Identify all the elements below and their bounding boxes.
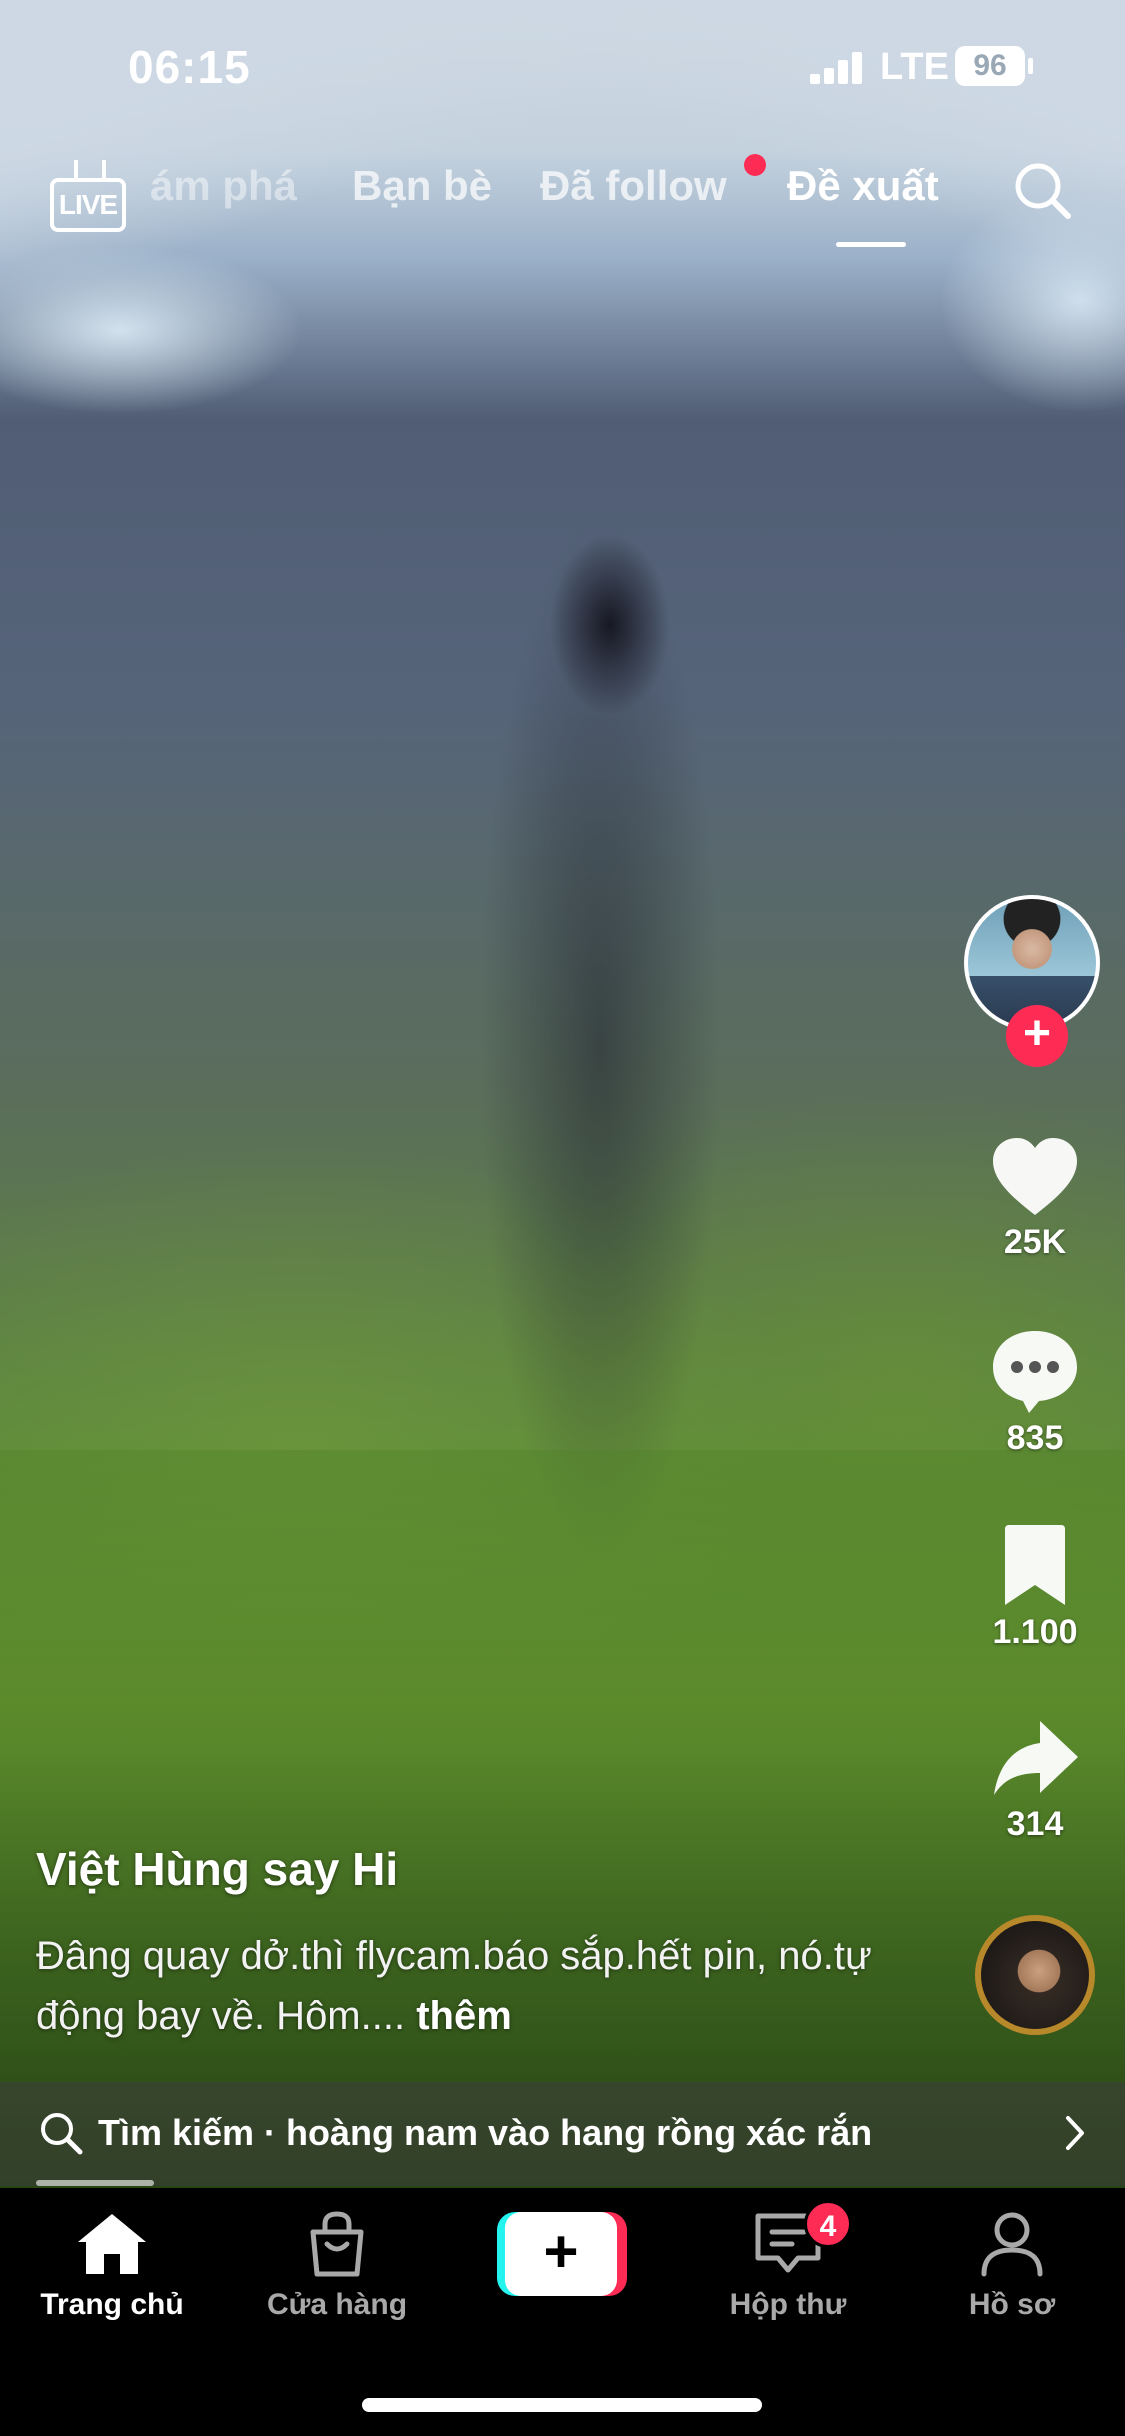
battery-level: 96	[973, 49, 1007, 82]
status-bar: 06:15 LTE 96	[0, 0, 1125, 130]
video-progress-bar[interactable]	[36, 2180, 154, 2186]
profile-icon	[981, 2212, 1043, 2277]
share-arrow-icon	[994, 1721, 1078, 1795]
search-suggestion-bar[interactable]: Tìm kiếm · hoàng nam vào hang rồng xác r…	[0, 2082, 1125, 2186]
music-disc-icon[interactable]	[975, 1915, 1095, 2035]
active-tab-indicator	[836, 242, 906, 247]
battery-tip	[1028, 58, 1033, 74]
share-button[interactable]: 314	[960, 1717, 1110, 1844]
shopping-bag-icon	[310, 2211, 364, 2277]
tab-for-you[interactable]: Đề xuất	[787, 162, 939, 210]
comment-icon	[993, 1331, 1077, 1413]
save-count: 1.100	[992, 1613, 1078, 1651]
search-suggestion-text: Tìm kiếm · hoàng nam vào hang rồng xác r…	[98, 2112, 873, 2153]
following-notification-dot	[744, 154, 766, 176]
signal-icon	[810, 52, 866, 84]
comment-count: 835	[1006, 1419, 1064, 1457]
video-caption: Việt Hùng say Hi Đâng quay dở.thì flycam…	[36, 1842, 916, 2046]
share-count: 314	[1006, 1805, 1064, 1843]
more-link[interactable]: thêm	[416, 1994, 512, 2038]
tab-home[interactable]: Trang chủ	[12, 2210, 212, 2322]
search-icon[interactable]	[1010, 158, 1074, 222]
search-icon	[41, 2113, 83, 2155]
tab-following[interactable]: Đã follow	[540, 162, 727, 210]
tab-home-label: Trang chủ	[40, 2288, 184, 2321]
live-label: LIVE	[58, 189, 118, 220]
battery-icon: 96	[955, 46, 1025, 86]
creator-username[interactable]: Việt Hùng say Hi	[36, 1842, 916, 1896]
tab-explore[interactable]: ám phá	[150, 162, 297, 210]
tab-shop-label: Cửa hàng	[266, 2288, 408, 2321]
top-nav: LIVE ám phá Bạn bè Đã follow Đề xuất	[0, 140, 1125, 250]
inbox-icon-wrap: 4	[752, 2200, 852, 2278]
bookmark-icon	[1005, 1525, 1065, 1605]
home-icon	[78, 2214, 146, 2274]
status-time: 06:15	[128, 41, 251, 93]
like-count: 25K	[1003, 1223, 1067, 1261]
chevron-right-icon	[1066, 2116, 1084, 2150]
tab-inbox-label: Hộp thư	[729, 2288, 847, 2321]
comment-button[interactable]: 835	[960, 1327, 1110, 1458]
create-button[interactable]: +	[497, 2212, 627, 2296]
like-button[interactable]: 25K	[960, 1135, 1110, 1262]
tab-shop[interactable]: Cửa hàng	[237, 2210, 437, 2322]
tab-inbox[interactable]: 4 Hộp thư	[688, 2200, 888, 2322]
live-icon[interactable]: LIVE	[50, 178, 126, 232]
creator-avatar-group[interactable]: +	[964, 895, 1100, 1067]
inbox-badge: 4	[804, 2200, 852, 2248]
network-type: LTE	[880, 46, 949, 88]
video-description[interactable]: Đâng quay dở.thì flycam.báo sắp.hết pin,…	[36, 1926, 916, 2046]
bottom-tab-bar: Trang chủ Cửa hàng + 4 Hộp thư Hồ sơ	[0, 2188, 1125, 2436]
tab-profile-label: Hồ sơ	[968, 2288, 1056, 2321]
plus-icon: +	[505, 2212, 617, 2296]
save-button[interactable]: 1.100	[960, 1523, 1110, 1652]
home-indicator[interactable]	[362, 2398, 762, 2412]
heart-icon	[993, 1138, 1077, 1215]
tab-friends[interactable]: Bạn bè	[352, 162, 492, 210]
tab-profile[interactable]: Hồ sơ	[912, 2210, 1112, 2322]
follow-plus-button[interactable]: +	[1006, 1005, 1068, 1067]
